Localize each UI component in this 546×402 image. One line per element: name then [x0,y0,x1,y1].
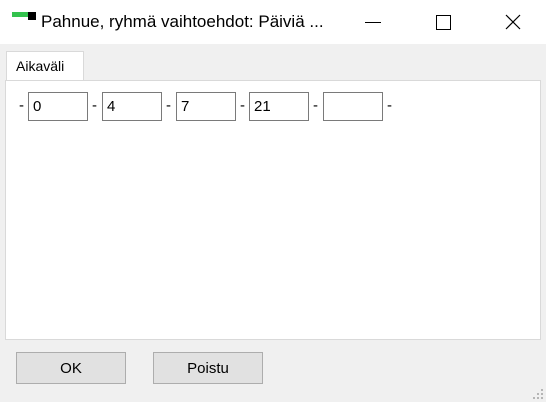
separator: - [19,97,24,114]
interval-field-3[interactable]: 7 [176,92,236,121]
app-icon [12,12,36,20]
interval-field-5[interactable] [323,92,383,121]
maximize-button[interactable] [408,0,478,44]
interval-field-4[interactable]: 21 [249,92,309,121]
maximize-icon [435,14,451,30]
separator: - [313,97,318,114]
minimize-icon [365,21,381,23]
resize-grip-icon[interactable] [530,386,544,400]
tab-aikavali[interactable]: Aikaväli [6,51,84,82]
quit-button[interactable]: Poistu [153,352,263,384]
separator: - [92,97,97,114]
dialog-window: Pahnue, ryhmä vaihtoehdot: Päiviä ... Ai… [0,0,546,402]
close-button[interactable] [478,0,546,44]
interval-field-2[interactable]: 4 [102,92,162,121]
window-title: Pahnue, ryhmä vaihtoehdot: Päiviä ... [41,12,324,31]
interval-field-1[interactable]: 0 [28,92,88,121]
separator: - [240,97,245,114]
ok-button[interactable]: OK [16,352,126,384]
separator: - [387,97,392,114]
separator: - [166,97,171,114]
title-bar[interactable]: Pahnue, ryhmä vaihtoehdot: Päiviä ... [0,0,546,44]
close-icon [505,14,521,30]
minimize-button[interactable] [338,0,408,44]
